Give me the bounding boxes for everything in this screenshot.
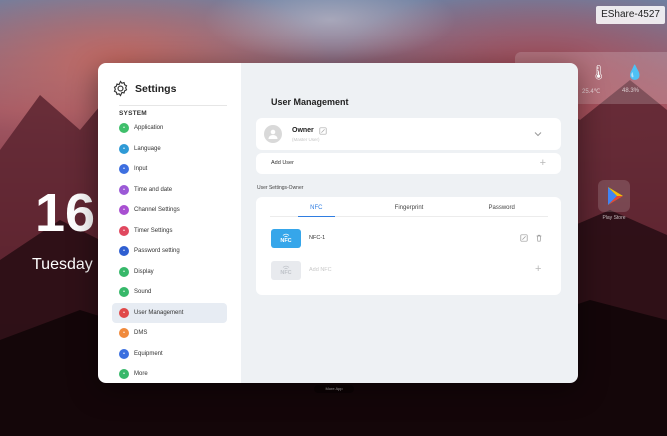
avatar [264,125,282,143]
nfc-item-label: NFC-1 [309,235,326,241]
temperature-value: 25.4℃ [582,89,601,95]
sidebar-item-input[interactable]: • Input [112,159,227,180]
desktop-day: Tuesday [32,256,93,273]
edit-nfc-icon[interactable] [520,234,528,242]
sidebar-item-time-and-date[interactable]: • Time and date [112,180,227,201]
sidebar-item-label: Time and date [134,186,173,193]
sidebar-item-label: Equipment [134,350,163,357]
sidebar-item-label: DMS [134,330,148,337]
clock-icon: • [119,184,129,195]
nfc-card-tile: NFC [271,229,301,248]
sidebar-item-label: Password setting [134,248,180,255]
delete-nfc-icon[interactable] [535,234,543,242]
grid-icon: • [119,123,129,134]
sidebar-item-timer-settings[interactable]: • Timer Settings [112,221,227,242]
user-management-panel: User Management Owner (Master User) Add … [241,63,578,383]
sidebar-item-dms[interactable]: • DMS [112,323,227,344]
credential-tabs: NFC Fingerprint Password [270,201,548,217]
sidebar-item-label: Display [134,268,154,275]
add-nfc-label: Add NFC [309,267,332,273]
page-title: User Management [271,97,349,107]
humidity-drop-icon: 💧 [626,64,644,80]
add-user-plus-icon[interactable]: + [540,158,546,169]
section-label: SYSTEM [119,110,147,117]
settings-title: Settings [135,82,177,95]
sidebar-item-sound[interactable]: • Sound [112,282,227,303]
play-store-app[interactable] [598,180,630,212]
sidebar-item-label: Timer Settings [134,227,173,234]
sidebar-item-label: Channel Settings [134,207,180,214]
add-nfc-plus-icon[interactable]: + [535,264,541,275]
edit-owner-icon[interactable] [319,127,327,135]
display-icon: • [119,266,129,277]
globe-icon: • [119,143,129,154]
play-store-label: Play Store [602,215,626,221]
gear-icon [113,80,128,97]
owner-subtitle: (Master User) [292,137,320,142]
sidebar-item-password-setting[interactable]: • Password setting [112,241,227,262]
more-app-button[interactable]: More App [314,385,354,393]
sidebar-item-equipment[interactable]: • Equipment [112,344,227,365]
settings-menu: • Application • Language • Input • Time and dat… [112,118,227,383]
timer-icon: • [119,225,129,236]
thermometer-icon: 🌡 [590,64,608,80]
sidebar-item-user-management[interactable]: • User Management [112,302,227,323]
owner-name: Owner [292,127,314,134]
sidebar-item-label: Input [134,166,148,173]
add-nfc-tile-text: NFC [280,270,292,276]
sidebar-item-more[interactable]: • More [112,364,227,383]
sidebar-item-channel-settings[interactable]: • Channel Settings [112,200,227,221]
chevron-down-icon[interactable] [533,129,543,139]
sidebar-item-language[interactable]: • Language [112,139,227,160]
tab-nfc[interactable]: NFC [270,201,363,217]
add-user-label: Add User [271,160,294,166]
owner-user-card[interactable]: Owner (Master User) [256,118,561,150]
tab-fingerprint[interactable]: Fingerprint [363,201,456,216]
settings-sidebar: Settings SYSTEM • Application • Language • In… [98,63,241,383]
credential-card: NFC Fingerprint Password NFC NFC-1 NFC A… [256,197,561,295]
equipment-icon: • [119,348,129,359]
sidebar-item-display[interactable]: • Display [112,262,227,283]
lock-icon: • [119,246,129,257]
nfc-tile-text: NFC [280,238,292,244]
settings-dialog: Settings SYSTEM • Application • Language • In… [98,63,578,383]
add-user-row[interactable]: Add User + [256,153,561,174]
user-icon: • [119,307,129,318]
settings-header: Settings [112,80,176,97]
humidity-value: 48.3% [622,88,640,94]
sidebar-item-label: User Management [134,309,184,316]
sound-icon: • [119,287,129,298]
tab-password[interactable]: Password [455,201,548,216]
more-icon: • [119,369,129,380]
play-store-icon [608,187,623,205]
add-nfc-tile: NFC [271,261,301,280]
sidebar-item-label: Language [134,145,161,152]
dms-icon: • [119,328,129,339]
input-icon: • [119,164,129,175]
user-settings-label: User Settings-Owner [257,185,304,191]
sidebar-item-application[interactable]: • Application [112,118,227,139]
device-name-badge: EShare-4527 [596,6,665,24]
header-divider [119,105,227,106]
sidebar-item-label: Sound [134,289,152,296]
sidebar-item-label: More [134,371,148,378]
desktop-clock: 16 [35,183,96,243]
user-avatar-icon [268,129,278,139]
sidebar-item-label: Application [134,125,164,132]
channel-icon: • [119,205,129,216]
